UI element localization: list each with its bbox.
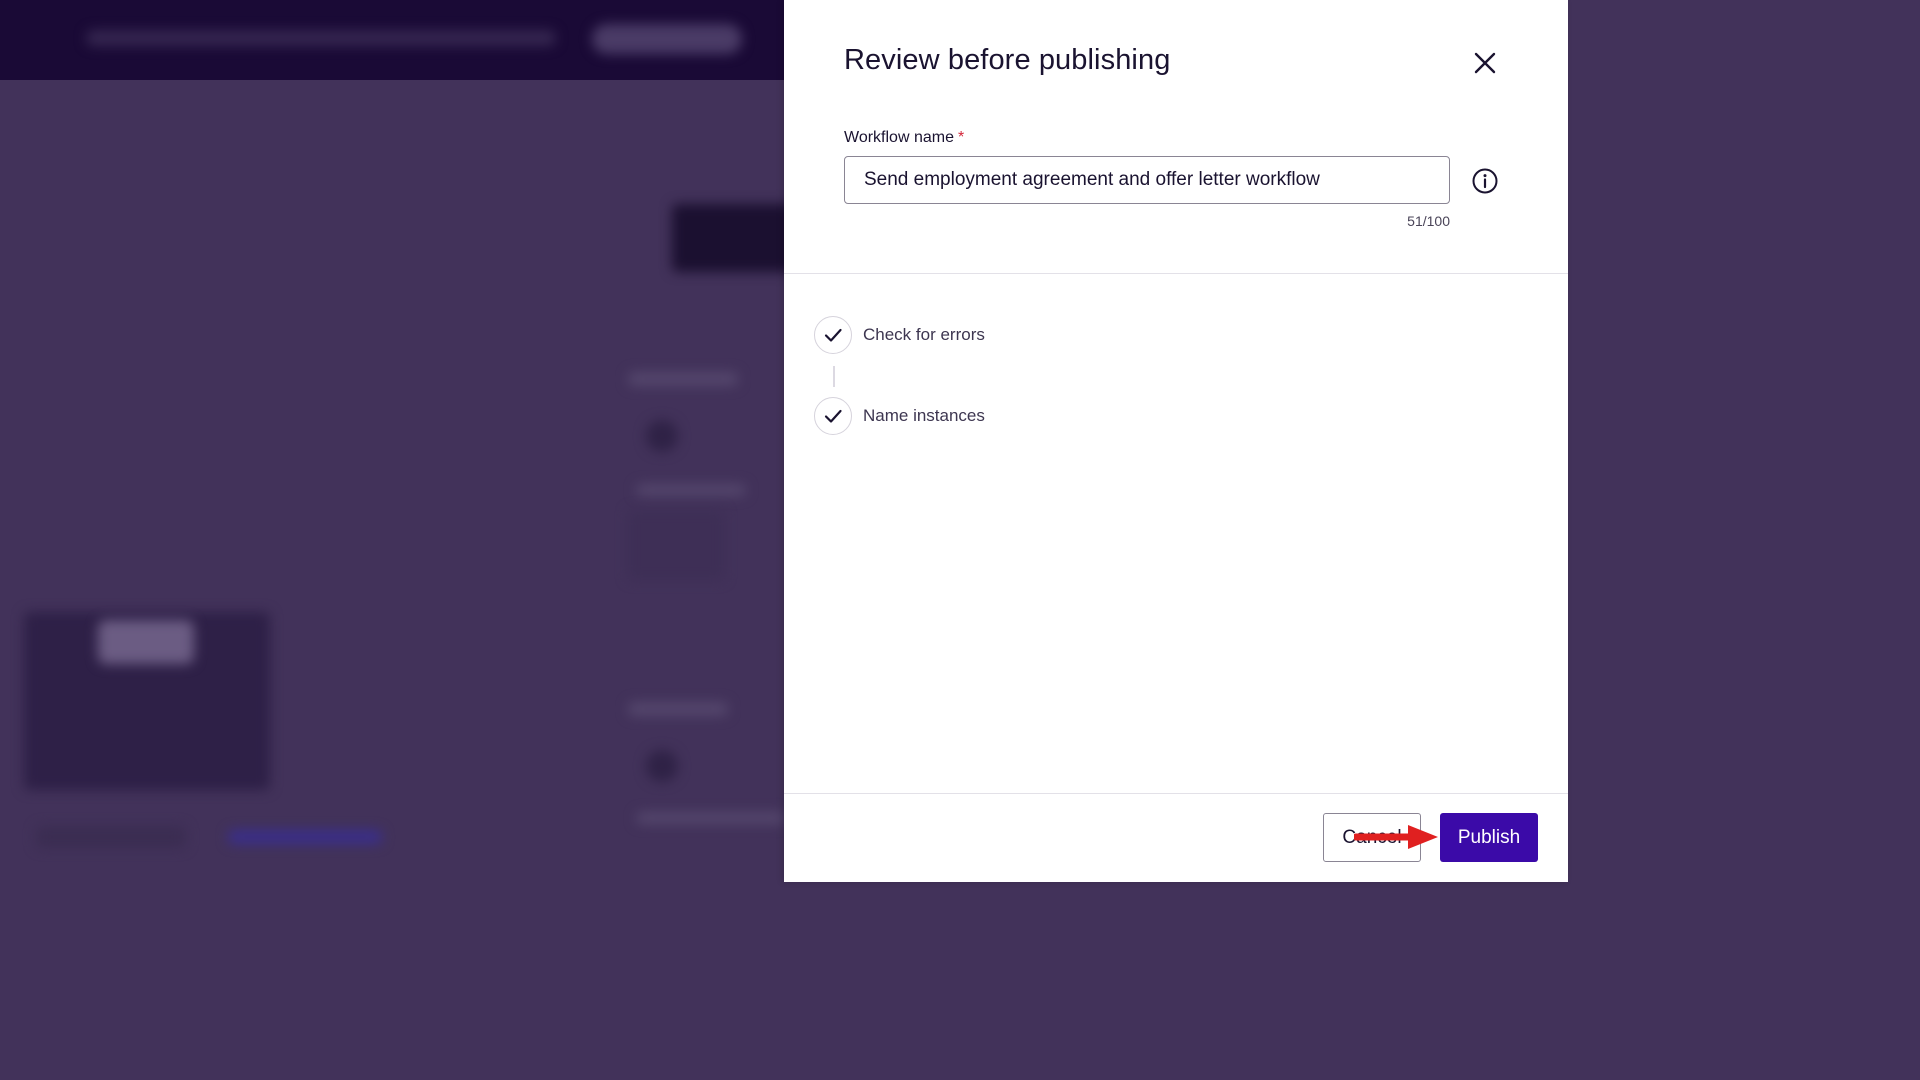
step-label: Check for errors	[863, 325, 985, 344]
close-icon	[1474, 52, 1496, 74]
background-blurred-link	[228, 830, 382, 844]
background-blurred-box	[628, 510, 724, 580]
step-connector	[833, 366, 835, 387]
step-check-for-errors: Check for errors	[814, 316, 985, 354]
workflow-name-label: Workflow name *	[844, 129, 964, 147]
required-marker: *	[957, 129, 965, 146]
workflow-name-input[interactable]	[844, 156, 1450, 204]
step-label: Name instances	[863, 406, 985, 425]
background-blurred-text	[628, 702, 728, 716]
divider	[784, 793, 1568, 794]
background-blurred-toolbar	[36, 826, 186, 848]
background-app-overlay	[0, 0, 784, 882]
panel-title: Review before publishing	[844, 44, 1171, 76]
background-blurred-panel	[672, 204, 784, 272]
background-blurred-button	[592, 24, 742, 54]
checkmark-icon	[824, 328, 842, 342]
review-publish-panel: Review before publishing Workflow name * …	[784, 0, 1568, 882]
background-blurred-card-badge	[98, 620, 194, 664]
workflow-name-label-text: Workflow name	[844, 129, 954, 146]
publish-button[interactable]: Publish	[1440, 813, 1538, 862]
step-status-indicator	[814, 397, 852, 435]
step-name-instances: Name instances	[814, 397, 985, 435]
background-blurred-icon	[646, 750, 678, 782]
background-blurred-text	[636, 484, 746, 496]
background-blurred-icon	[646, 420, 678, 452]
info-button[interactable]	[1470, 166, 1500, 196]
background-blurred-text	[636, 812, 784, 824]
cancel-button[interactable]: Cancel	[1323, 813, 1421, 862]
step-status-indicator	[814, 316, 852, 354]
character-count: 51/100	[1407, 213, 1450, 229]
info-icon	[1472, 168, 1498, 194]
background-blurred-text	[628, 372, 738, 386]
close-button[interactable]	[1468, 46, 1502, 80]
checkmark-icon	[824, 409, 842, 423]
background-blurred-text	[86, 30, 556, 46]
divider	[784, 273, 1568, 274]
